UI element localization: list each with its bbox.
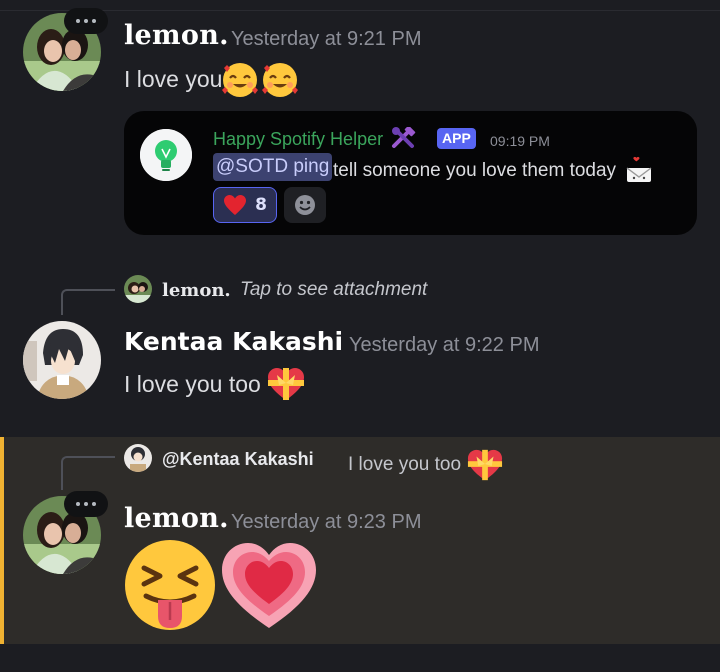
growing-heart-emoji bbox=[222, 543, 316, 628]
message-timestamp: Yesterday at 9:22 PM bbox=[349, 334, 540, 356]
reply-connector bbox=[61, 289, 115, 315]
add-reaction-button[interactable] bbox=[284, 187, 326, 223]
reply-author[interactable]: @Kentaa Kakashi bbox=[162, 449, 314, 470]
message-author[interactable]: lemon. bbox=[124, 503, 229, 534]
heart-with-ribbon-emoji bbox=[267, 368, 304, 400]
heart-with-ribbon-emoji bbox=[467, 449, 503, 481]
reply-author[interactable]: lemon. bbox=[162, 280, 231, 301]
bot-embed[interactable]: Happy Spotify Helper APP 09:19 PM @SOTD … bbox=[124, 111, 697, 235]
app-badge: APP bbox=[437, 128, 476, 149]
reply-avatar[interactable] bbox=[124, 275, 152, 303]
message-timestamp: Yesterday at 9:23 PM bbox=[231, 511, 422, 533]
message-content: I love you too bbox=[124, 365, 307, 403]
avatar[interactable] bbox=[23, 321, 101, 399]
reply-text[interactable]: I love you too bbox=[348, 447, 505, 483]
message-author[interactable]: lemon. bbox=[124, 20, 229, 51]
message-timestamp: Yesterday at 9:21 PM bbox=[231, 28, 422, 50]
embed-timestamp: 09:19 PM bbox=[490, 133, 550, 149]
reaction-count: 8 bbox=[255, 195, 267, 215]
squinting-face-with-tongue-emoji bbox=[125, 540, 215, 630]
heart-icon bbox=[224, 195, 247, 215]
status-bubble bbox=[64, 8, 108, 34]
message-content bbox=[122, 538, 318, 634]
lightbulb-icon bbox=[140, 129, 192, 181]
love-letter-emoji bbox=[626, 156, 652, 182]
reply-text[interactable]: Tap to see attachment bbox=[240, 279, 427, 301]
bot-name[interactable]: Happy Spotify Helper bbox=[213, 125, 416, 150]
bot-avatar[interactable] bbox=[140, 129, 192, 181]
message-text: I love you bbox=[124, 65, 223, 92]
reply-connector bbox=[61, 456, 115, 490]
smiling-face-with-hearts-emoji bbox=[262, 63, 299, 97]
reply-avatar[interactable] bbox=[124, 444, 152, 472]
reaction-button[interactable]: 8 bbox=[213, 187, 277, 223]
message-content: I love you bbox=[124, 60, 300, 98]
hammer-and-wrench-icon bbox=[392, 125, 416, 148]
highlight-bar bbox=[0, 437, 4, 644]
top-divider bbox=[0, 10, 720, 11]
smiley-icon bbox=[295, 195, 315, 215]
role-mention[interactable]: @SOTD ping bbox=[213, 153, 333, 181]
message-text: I love you too bbox=[124, 370, 261, 397]
status-bubble bbox=[64, 491, 108, 517]
embed-text: tell someone you love them today bbox=[333, 156, 653, 184]
smiling-face-with-hearts-emoji bbox=[222, 63, 259, 97]
message-author[interactable]: Kentaa Kakashi bbox=[124, 327, 343, 356]
